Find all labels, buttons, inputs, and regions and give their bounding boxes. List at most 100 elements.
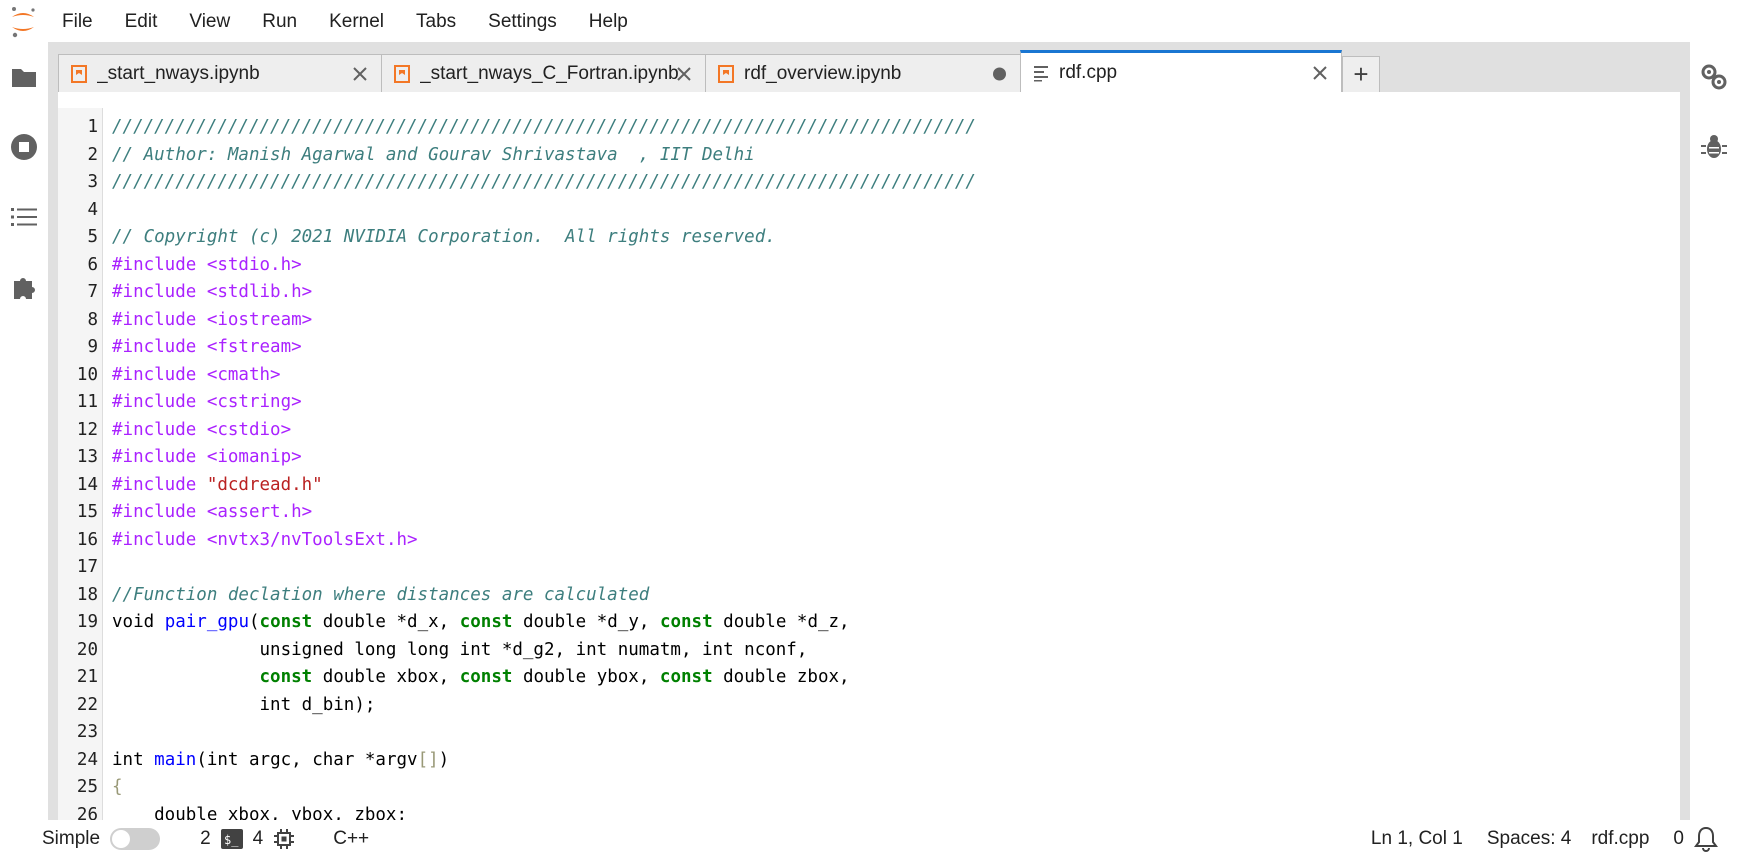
code-line[interactable]: 13 #include <iomanip> xyxy=(58,444,976,472)
code-token: double *d_x, xyxy=(312,612,460,632)
code-token: pair_gpu xyxy=(164,612,249,632)
close-icon[interactable] xyxy=(351,65,369,83)
stop-circle-icon[interactable] xyxy=(9,132,39,162)
jupyter-logo-icon[interactable] xyxy=(0,0,46,44)
code-line[interactable]: 5 // Copyright (c) 2021 NVIDIA Corporatio… xyxy=(58,224,976,252)
line-number: 5 xyxy=(87,227,98,247)
notification-count[interactable]: 0 xyxy=(1673,828,1684,850)
line-text: #include <cstring> xyxy=(112,389,302,417)
line-number: 26 xyxy=(76,804,98,823)
tab-rdf-cpp[interactable]: rdf.cpp xyxy=(1020,50,1342,92)
tab-bar: _start_nways.ipynb _start_nways_C_Fortra… xyxy=(58,50,1380,92)
tab-label: _start_nways.ipynb xyxy=(97,62,260,84)
right-sidebar xyxy=(1690,42,1738,820)
line-text: #include <cstdio> xyxy=(112,417,291,445)
bell-icon[interactable] xyxy=(1694,826,1718,852)
unsaved-dot-icon[interactable] xyxy=(993,67,1006,80)
code-line[interactable]: 9 #include <fstream> xyxy=(58,334,976,362)
menu-settings[interactable]: Settings xyxy=(472,0,573,44)
notebook-icon xyxy=(394,64,412,83)
code-token: <fstream> xyxy=(206,337,302,357)
cursor-position[interactable]: Ln 1, Col 1 xyxy=(1371,828,1463,850)
language-mode[interactable]: C++ xyxy=(333,828,369,850)
terminals-count[interactable]: 2 xyxy=(200,828,211,850)
code-line[interactable]: 19 void pair_gpu(const double *d_x, const… xyxy=(58,609,976,637)
code-token: #include xyxy=(112,502,207,522)
code-token: <nvtx3/nvToolsExt.h> xyxy=(206,529,418,550)
code-token: #include xyxy=(112,392,207,412)
menu-tabs[interactable]: Tabs xyxy=(400,0,472,44)
code-token: const xyxy=(459,667,513,687)
code-token: const xyxy=(659,612,713,632)
code-line[interactable]: 18 //Function declation where distances a… xyxy=(58,582,976,610)
code-line[interactable]: 4 xyxy=(58,197,976,225)
line-text: int main(int argc, char *argv[]) xyxy=(112,747,449,775)
line-number: 4 xyxy=(87,199,98,220)
code-line[interactable]: 8 #include <iostream> xyxy=(58,307,976,335)
code-line[interactable]: 2 // Author: Manish Agarwal and Gourav Sh… xyxy=(58,142,976,170)
tab-rdf-overview[interactable]: rdf_overview.ipynb xyxy=(705,54,1021,92)
close-icon[interactable] xyxy=(675,65,693,83)
code-line[interactable]: 10 #include <cmath> xyxy=(58,362,976,390)
line-number: 8 xyxy=(87,309,98,330)
menu-edit[interactable]: Edit xyxy=(109,0,174,44)
folder-icon[interactable] xyxy=(9,62,39,92)
code-line[interactable]: 1 ///////////////////////////////////////… xyxy=(58,114,976,142)
add-tab-button[interactable]: + xyxy=(1342,56,1380,92)
tab-start-nways-c-fortran[interactable]: _start_nways_C_Fortran.ipynb xyxy=(381,54,706,92)
tab-start-nways[interactable]: _start_nways.ipynb xyxy=(58,54,382,92)
notebook-icon xyxy=(71,64,89,83)
code-editor[interactable]: 1 ///////////////////////////////////////… xyxy=(58,92,1680,822)
line-text: #include <cmath> xyxy=(112,362,281,390)
code-line[interactable]: 21 const double xbox, const double ybox,… xyxy=(58,664,976,692)
menu-view[interactable]: View xyxy=(173,0,246,44)
code-line[interactable]: 3 ///////////////////////////////////////… xyxy=(58,169,976,197)
code-line[interactable]: 15 #include <assert.h> xyxy=(58,499,976,527)
code-line[interactable]: 12 #include <cstdio> xyxy=(58,417,976,445)
code-line[interactable]: 11 #include <cstring> xyxy=(58,389,976,417)
puzzle-icon[interactable] xyxy=(9,272,39,302)
simple-mode-toggle[interactable] xyxy=(110,828,161,850)
line-text: double xbox, ybox, zbox; xyxy=(112,802,407,823)
code-token: #include xyxy=(112,364,207,385)
code-token: { xyxy=(112,777,123,797)
code-content[interactable]: 1 ///////////////////////////////////////… xyxy=(58,114,976,822)
menu-help[interactable]: Help xyxy=(573,0,644,44)
close-icon[interactable] xyxy=(1311,64,1329,82)
line-text: // Copyright (c) 2021 NVIDIA Corporation… xyxy=(112,224,776,252)
menu-run[interactable]: Run xyxy=(246,0,313,44)
menu-file[interactable]: File xyxy=(46,0,109,44)
code-line[interactable]: 14 #include "dcdread.h" xyxy=(58,472,976,500)
line-text: #include <stdlib.h> xyxy=(112,279,312,307)
code-line[interactable]: 22 int d_bin); xyxy=(58,692,976,720)
code-line[interactable]: 20 unsigned long long int *d_g2, int num… xyxy=(58,637,976,665)
code-token: <iomanip> xyxy=(206,447,302,467)
code-token: <iostream> xyxy=(206,309,313,330)
kernels-count[interactable]: 4 xyxy=(253,828,264,850)
line-text: unsigned long long int *d_g2, int numatm… xyxy=(112,637,808,665)
indentation-spaces[interactable]: Spaces: 4 xyxy=(1487,828,1572,850)
code-line[interactable]: 26 double xbox, ybox, zbox; xyxy=(58,802,976,823)
code-line[interactable]: 25 { xyxy=(58,774,976,802)
menu-kernel[interactable]: Kernel xyxy=(313,0,400,44)
list-icon[interactable] xyxy=(9,202,39,232)
terminal-icon[interactable]: $_ xyxy=(220,829,243,849)
code-line[interactable]: 6 #include <stdio.h> xyxy=(58,252,976,280)
code-token: const xyxy=(259,612,313,632)
code-line[interactable]: 23 xyxy=(58,719,976,747)
debugger-icon[interactable] xyxy=(1699,132,1729,162)
line-number: 21 xyxy=(76,667,98,687)
code-token: double zbox, xyxy=(712,667,850,687)
line-number: 12 xyxy=(76,419,98,440)
property-inspector-icon[interactable] xyxy=(1699,62,1729,92)
line-number: 24 xyxy=(76,749,98,770)
code-line[interactable]: 7 #include <stdlib.h> xyxy=(58,279,976,307)
code-line[interactable]: 24 int main(int argc, char *argv[]) xyxy=(58,747,976,775)
line-number: 19 xyxy=(76,612,98,632)
code-token: const xyxy=(659,667,713,687)
code-line[interactable]: 17 xyxy=(58,554,976,582)
code-token: #include xyxy=(112,419,207,440)
kernel-chip-icon[interactable] xyxy=(273,828,295,850)
line-text: //Function declation where distances are… xyxy=(112,582,649,610)
code-line[interactable]: 16 #include <nvtx3/nvToolsExt.h> xyxy=(58,527,976,555)
